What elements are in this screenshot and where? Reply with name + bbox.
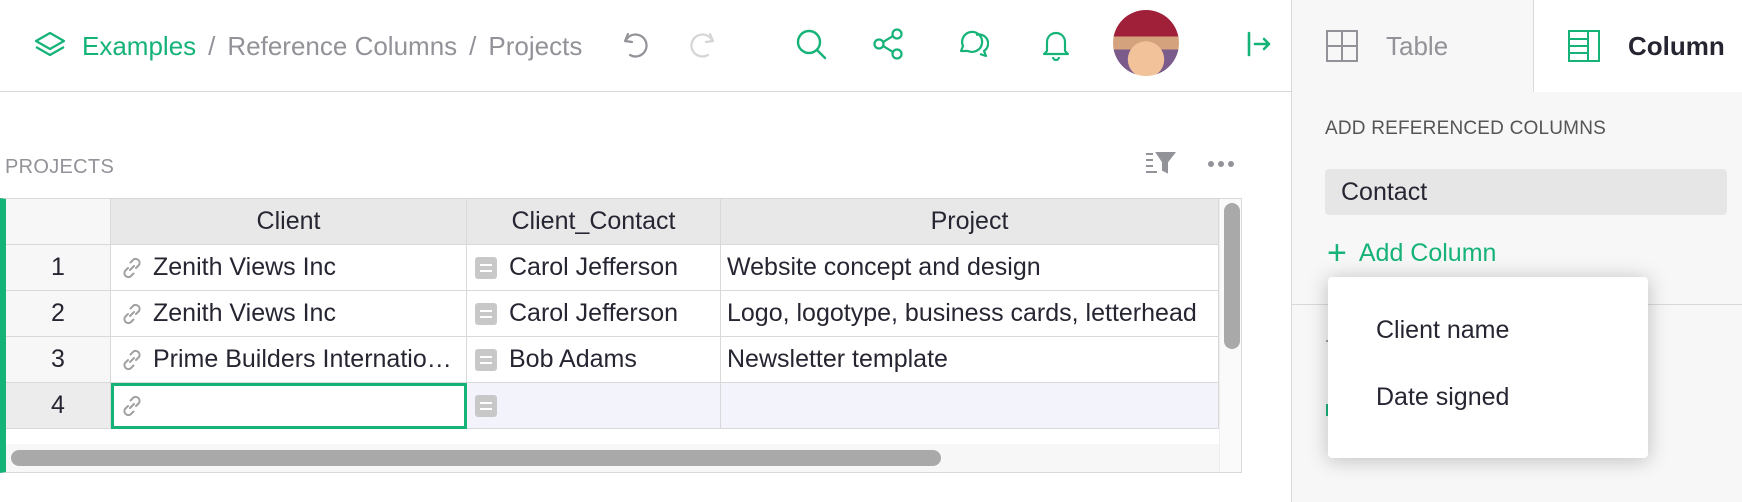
data-grid[interactable]: Client Client_Contact Project 1 Zenith V… xyxy=(0,198,1242,473)
breadcrumb-separator: / xyxy=(208,30,216,61)
avatar[interactable] xyxy=(1113,10,1179,76)
column-header-project[interactable]: Project xyxy=(721,199,1219,245)
formula-icon xyxy=(475,394,497,417)
panel-tabs: Table Column xyxy=(1292,0,1742,92)
vertical-scrollbar[interactable] xyxy=(1224,203,1240,349)
cell-text: Zenith Views Inc xyxy=(153,299,336,327)
referenced-column-item[interactable]: Contact xyxy=(1325,169,1727,215)
layers-icon[interactable] xyxy=(32,28,68,64)
row-number[interactable]: 2 xyxy=(6,291,111,337)
top-bar: Examples / Reference Columns / Projects xyxy=(0,0,1291,92)
table-row: 3 Prime Builders International Bob Adams… xyxy=(6,337,1219,383)
cell-client-contact[interactable]: Carol Jefferson xyxy=(467,245,721,291)
table-icon xyxy=(1324,28,1360,64)
breadcrumb-separator: / xyxy=(469,30,477,61)
reference-link-icon xyxy=(119,255,145,281)
row-number[interactable]: 1 xyxy=(6,245,111,291)
section-title: PROJECTS xyxy=(5,156,115,178)
cell-project[interactable]: Logo, logotype, business cards, letterhe… xyxy=(721,291,1219,337)
breadcrumb: Examples / Reference Columns / Projects xyxy=(32,26,582,66)
section-heading: ADD REFERENCED COLUMNS xyxy=(1325,118,1606,139)
row-number-header[interactable] xyxy=(6,199,111,245)
search-icon[interactable] xyxy=(791,24,831,64)
cell-client[interactable]: Zenith Views Inc xyxy=(111,245,467,291)
comments-icon[interactable] xyxy=(952,24,992,64)
cell-project[interactable] xyxy=(721,383,1219,429)
cell-text: Carol Jefferson xyxy=(509,253,679,281)
tab-label: Table xyxy=(1386,30,1449,61)
undo-icon[interactable] xyxy=(616,24,656,64)
column-header-client[interactable]: Client xyxy=(111,199,467,245)
formula-icon xyxy=(475,256,497,279)
collapse-panel-icon[interactable] xyxy=(1238,24,1278,64)
cell-client[interactable]: Zenith Views Inc xyxy=(111,291,467,337)
cell-project[interactable]: Newsletter template xyxy=(721,337,1219,383)
cell-client-contact[interactable]: Carol Jefferson xyxy=(467,291,721,337)
menu-item-date-signed[interactable]: Date signed xyxy=(1328,364,1648,431)
column-header-client-contact[interactable]: Client_Contact xyxy=(467,199,721,245)
breadcrumb-doc[interactable]: Reference Columns xyxy=(227,31,457,62)
table-row: 2 Zenith Views Inc Carol Jefferson Logo,… xyxy=(6,291,1219,337)
header-row: Client Client_Contact Project xyxy=(6,199,1219,245)
new-row: 4 xyxy=(6,383,1219,429)
cell-project[interactable]: Website concept and design xyxy=(721,245,1219,291)
breadcrumb-page[interactable]: Projects xyxy=(488,31,582,62)
row-number[interactable]: 3 xyxy=(6,337,111,383)
tab-label: Column xyxy=(1628,30,1725,61)
tab-column[interactable]: Column xyxy=(1534,0,1742,92)
add-column-label: Add Column xyxy=(1358,238,1497,267)
reference-link-icon xyxy=(119,301,145,327)
main-content: PROJECTS Client Client_Contact Project 1 xyxy=(0,93,1291,502)
cell-client-contact[interactable]: Bob Adams xyxy=(467,337,721,383)
add-column-button[interactable]: + Add Column xyxy=(1327,236,1496,270)
reference-link-icon xyxy=(119,393,145,419)
formula-icon xyxy=(475,302,497,325)
cell-client-contact[interactable] xyxy=(467,383,721,429)
add-column-menu: Client name Date signed xyxy=(1328,277,1648,458)
notifications-icon[interactable] xyxy=(1036,24,1076,64)
table-row: 1 Zenith Views Inc Carol Jefferson Websi… xyxy=(6,245,1219,291)
tab-table[interactable]: Table xyxy=(1292,0,1534,92)
horizontal-scrollbar[interactable] xyxy=(11,450,941,466)
cell-text: Bob Adams xyxy=(509,345,637,373)
row-number[interactable]: 4 xyxy=(6,383,111,429)
breadcrumb-org[interactable]: Examples xyxy=(82,31,196,62)
cell-text: Carol Jefferson xyxy=(509,299,679,327)
redo-icon[interactable] xyxy=(682,24,722,64)
plus-icon: + xyxy=(1327,234,1347,272)
sort-filter-icon[interactable] xyxy=(1143,149,1177,179)
cell-text: Prime Builders International xyxy=(153,345,453,373)
menu-item-client-name[interactable]: Client name xyxy=(1328,297,1648,364)
cell-text: Zenith Views Inc xyxy=(153,253,336,281)
column-icon xyxy=(1566,28,1602,64)
cell-client[interactable]: Prime Builders International xyxy=(111,337,467,383)
cell-client-cursor[interactable] xyxy=(111,383,467,429)
formula-icon xyxy=(475,348,497,371)
reference-link-icon xyxy=(119,347,145,373)
share-icon[interactable] xyxy=(868,24,908,64)
more-options-icon[interactable] xyxy=(1204,149,1238,179)
